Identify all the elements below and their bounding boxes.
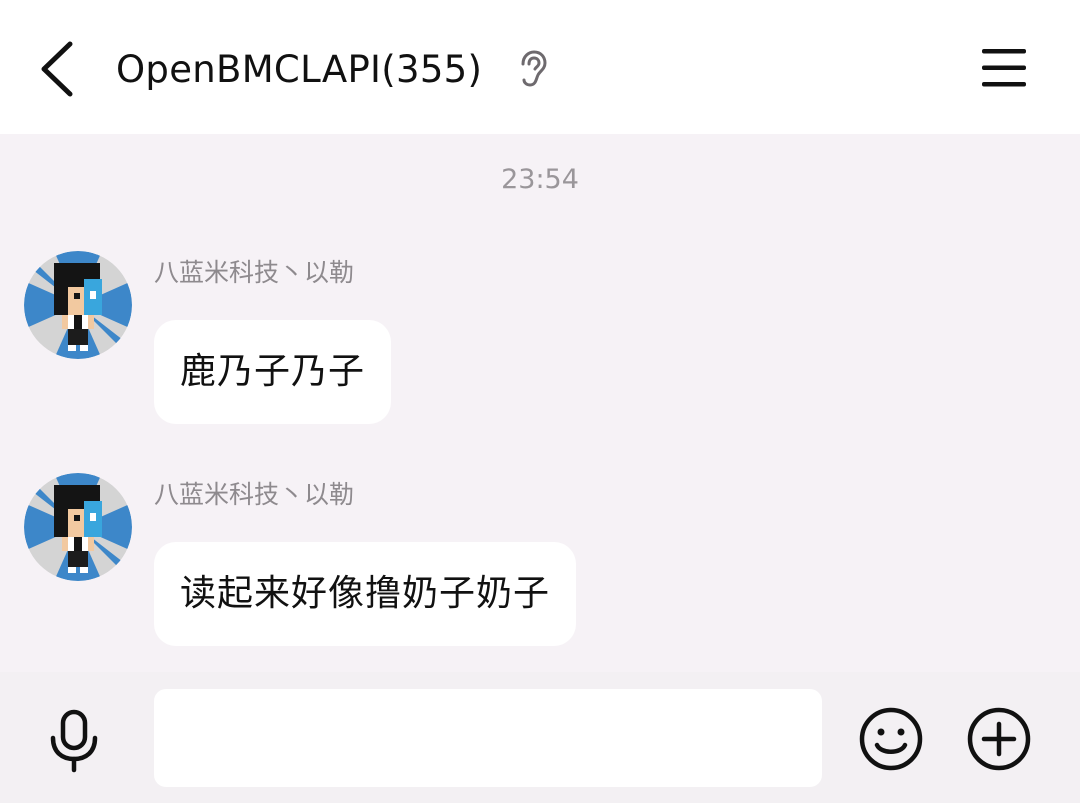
message-input[interactable] (154, 689, 822, 787)
ear-icon[interactable] (514, 50, 548, 88)
sender-name[interactable]: 八蓝米科技丶以勒 (154, 256, 354, 290)
message-timestamp: 23:54 (501, 164, 579, 195)
emoji-button[interactable] (858, 706, 924, 772)
hamburger-menu-icon (982, 49, 1026, 87)
emoji-icon (859, 707, 923, 771)
chevron-left-icon (41, 41, 73, 97)
message-bubble[interactable]: 鹿乃子乃子 (154, 320, 392, 424)
group-title[interactable]: OpenBMCLAPI(355) (116, 46, 482, 94)
back-button[interactable] (30, 36, 90, 100)
chat-header: OpenBMCLAPI(355) (0, 0, 1080, 134)
avatar[interactable] (24, 251, 132, 359)
plus-icon (967, 707, 1031, 771)
pixel-character-avatar-icon (24, 473, 132, 581)
menu-button[interactable] (978, 44, 1030, 92)
avatar[interactable] (24, 473, 132, 581)
sender-name[interactable]: 八蓝米科技丶以勒 (154, 478, 354, 512)
pixel-character-avatar-icon (24, 251, 132, 359)
message-bubble[interactable]: 读起来好像撸奶子奶子 (154, 542, 577, 646)
voice-button[interactable] (44, 708, 104, 774)
more-button[interactable] (966, 706, 1032, 772)
microphone-icon (50, 709, 98, 773)
